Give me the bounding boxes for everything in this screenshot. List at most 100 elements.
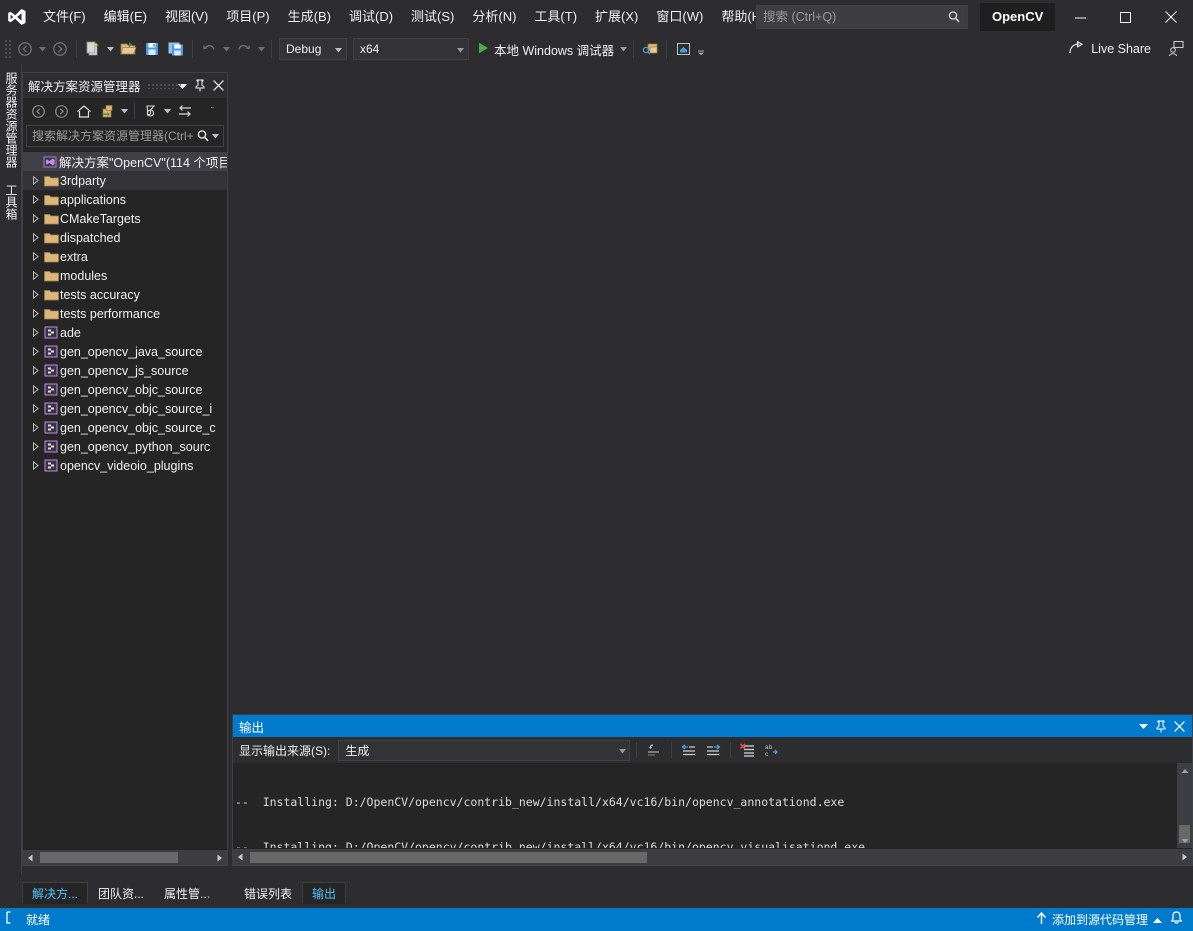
live-share-button[interactable]: Live Share: [1069, 38, 1151, 60]
save-icon[interactable]: [140, 37, 164, 61]
pending-changes-chevron-down-icon[interactable]: [119, 108, 130, 114]
tab-property-manager[interactable]: 属性管...: [154, 882, 220, 904]
scroll-right-arrow-icon[interactable]: [212, 850, 227, 865]
undo-icon[interactable]: [197, 37, 221, 61]
tab-error-list[interactable]: 错误列表: [234, 882, 302, 904]
menu-analyze[interactable]: 分析(N): [463, 0, 525, 34]
menu-tools[interactable]: 工具(T): [525, 0, 586, 34]
scroll-left-arrow-icon[interactable]: [23, 850, 38, 865]
start-debugging-button[interactable]: 本地 Windows 调试器: [472, 37, 618, 61]
send-feedback-icon[interactable]: [1168, 40, 1185, 62]
tree-node-opencv-videoio-plugins[interactable]: opencv_videoio_plugins: [23, 456, 227, 475]
expand-chevron-right-icon[interactable]: [29, 176, 42, 185]
pin-icon[interactable]: [1152, 716, 1170, 736]
expand-chevron-right-icon[interactable]: [29, 328, 42, 337]
show-all-files-icon[interactable]: [139, 100, 161, 122]
output-source-combo[interactable]: 生成: [338, 739, 631, 761]
sync-with-active-document-icon[interactable]: [174, 100, 196, 122]
clear-all-icon[interactable]: [737, 739, 759, 761]
scroll-down-arrow-icon[interactable]: [1177, 833, 1192, 848]
tree-node-gen-opencv-python-source[interactable]: gen_opencv_python_sourc: [23, 437, 227, 456]
scroll-thumb[interactable]: [250, 851, 647, 863]
expand-chevron-right-icon[interactable]: [29, 347, 42, 356]
sidebar-tab-server-explorer[interactable]: 服务器资源管理器: [0, 64, 23, 176]
redo-icon[interactable]: [232, 37, 256, 61]
find-message-icon[interactable]: [643, 739, 665, 761]
home-window-icon[interactable]: [671, 37, 695, 61]
tree-node-gen-opencv-objc-source[interactable]: gen_opencv_objc_source: [23, 380, 227, 399]
save-all-icon[interactable]: [164, 37, 188, 61]
toggle-word-wrap-icon[interactable]: ab c: [761, 739, 783, 761]
scroll-left-arrow-icon[interactable]: [233, 850, 248, 865]
tree-node-gen-opencv-java-source[interactable]: gen_opencv_java_source: [23, 342, 227, 361]
output-text-area[interactable]: -- Installing: D:/OpenCV/opencv/contrib_…: [233, 763, 1192, 865]
tab-output[interactable]: 输出: [302, 882, 347, 904]
home-icon[interactable]: [73, 100, 95, 122]
expand-chevron-right-icon[interactable]: [29, 423, 42, 432]
redo-chevron-down-icon[interactable]: [256, 46, 267, 52]
start-debugging-chevron-down-icon[interactable]: [618, 46, 629, 52]
search-icon[interactable]: [196, 129, 210, 143]
pin-icon[interactable]: [191, 75, 209, 97]
notifications-button[interactable]: [1170, 911, 1183, 928]
scroll-track[interactable]: [38, 850, 212, 865]
scroll-right-arrow-icon[interactable]: [1177, 850, 1192, 865]
expand-chevron-right-icon[interactable]: [29, 461, 42, 470]
attach-to-process-icon[interactable]: [638, 37, 662, 61]
navigate-forward-icon[interactable]: [48, 37, 72, 61]
undo-chevron-down-icon[interactable]: [221, 46, 232, 52]
chevron-down-icon[interactable]: [210, 133, 221, 139]
expand-chevron-right-icon[interactable]: [29, 271, 42, 280]
navigate-back-chevron-down-icon[interactable]: [37, 46, 48, 52]
scroll-thumb[interactable]: [40, 852, 178, 863]
expand-chevron-right-icon[interactable]: [29, 385, 42, 394]
new-item-icon[interactable]: [81, 37, 105, 61]
global-search-box[interactable]: [756, 5, 968, 29]
expand-chevron-right-icon[interactable]: [29, 290, 42, 299]
platform-combo[interactable]: x64: [353, 38, 469, 60]
navigate-back-icon[interactable]: [13, 37, 37, 61]
close-button[interactable]: [1148, 0, 1193, 34]
menu-test[interactable]: 测试(S): [402, 0, 463, 34]
scroll-up-arrow-icon[interactable]: [1177, 763, 1192, 778]
expand-chevron-right-icon[interactable]: [29, 404, 42, 413]
menu-build[interactable]: 生成(B): [279, 0, 340, 34]
search-input[interactable]: [763, 10, 947, 24]
configuration-combo[interactable]: Debug: [279, 38, 347, 60]
back-icon[interactable]: [27, 100, 49, 122]
show-all-files-chevron-down-icon[interactable]: [162, 108, 173, 114]
expand-chevron-right-icon[interactable]: [29, 214, 42, 223]
output-vertical-scrollbar[interactable]: [1177, 763, 1192, 848]
expand-chevron-right-icon[interactable]: [29, 309, 42, 318]
minimize-button[interactable]: [1058, 0, 1103, 34]
tab-team-explorer[interactable]: 团队资...: [88, 882, 154, 904]
maximize-button[interactable]: [1103, 0, 1148, 34]
menu-project[interactable]: 项目(P): [217, 0, 278, 34]
tree-node-cmaketargets[interactable]: CMakeTargets: [23, 209, 227, 228]
tree-node-tests-accuracy[interactable]: tests accuracy: [23, 285, 227, 304]
menu-edit[interactable]: 编辑(E): [95, 0, 156, 34]
tab-solution-explorer[interactable]: 解决方...: [22, 882, 89, 904]
expand-chevron-right-icon[interactable]: [29, 366, 42, 375]
expand-chevron-right-icon[interactable]: [29, 442, 42, 451]
close-icon[interactable]: [209, 75, 227, 97]
tree-node-gen-opencv-objc-source-c[interactable]: gen_opencv_objc_source_c: [23, 418, 227, 437]
toolbar-overflow-icon[interactable]: [695, 43, 706, 55]
menu-view[interactable]: 视图(V): [156, 0, 217, 34]
forward-icon[interactable]: [50, 100, 72, 122]
pending-changes-filter-icon[interactable]: [96, 100, 118, 122]
scroll-track[interactable]: [248, 850, 1177, 865]
new-item-chevron-down-icon[interactable]: [105, 46, 116, 52]
toolbar-grip[interactable]: [3, 38, 13, 60]
tree-node-gen-opencv-js-source[interactable]: gen_opencv_js_source: [23, 361, 227, 380]
overflow-icon[interactable]: ″: [205, 100, 227, 122]
solution-explorer-horizontal-scrollbar[interactable]: [23, 850, 227, 865]
menu-window[interactable]: 窗口(W): [647, 0, 712, 34]
open-file-icon[interactable]: [116, 37, 140, 61]
close-icon[interactable]: [1170, 716, 1188, 736]
expand-chevron-right-icon[interactable]: [29, 252, 42, 261]
tree-node-modules[interactable]: modules: [23, 266, 227, 285]
menu-extensions[interactable]: 扩展(X): [586, 0, 647, 34]
add-to-source-control-button[interactable]: 添加到源代码管理: [1036, 911, 1162, 928]
tree-node-solution[interactable]: 解决方案"OpenCV"(114 个项目: [23, 152, 227, 171]
